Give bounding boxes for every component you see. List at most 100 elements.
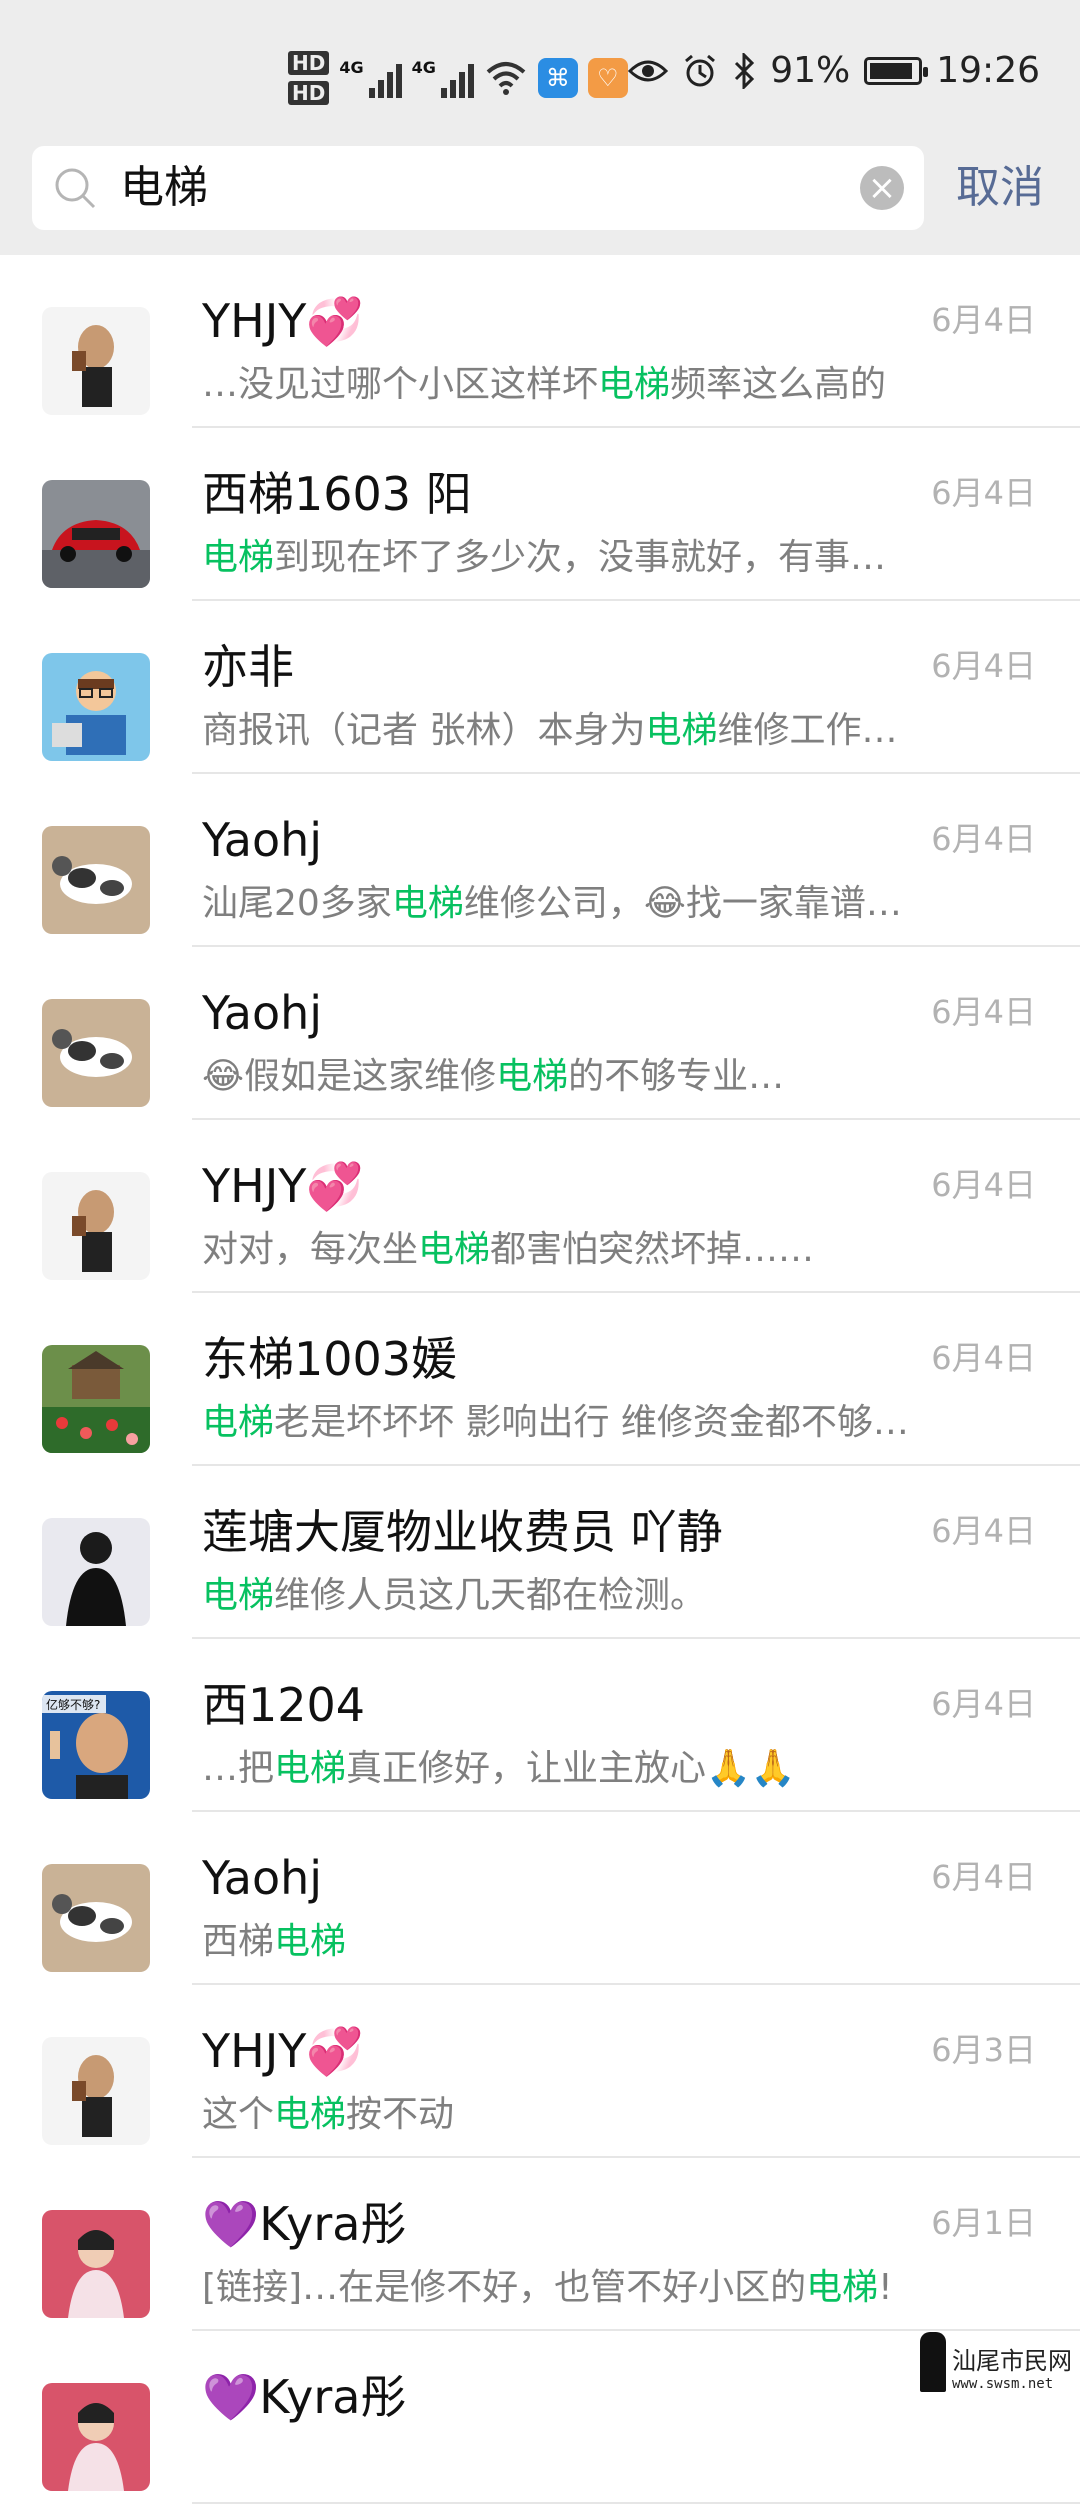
contact-name: YHJY💞	[202, 1156, 364, 1216]
status-bar: HD HD 4G 4G ⌘ ♡ 91% 19:26	[0, 0, 1080, 140]
snippet-text: …没见过哪个小区这样坏	[202, 364, 599, 405]
result-date: 6月4日	[931, 1166, 1036, 1204]
search-result-item[interactable]: 亦非 6月4日 商报讯（记者 张林）本身为电梯维修工作…	[0, 601, 1080, 774]
search-box[interactable]: 电梯 ×	[32, 146, 924, 230]
name-emoji: 💞	[306, 1159, 364, 1213]
keyword-highlight: 电梯	[274, 2094, 347, 2135]
search-result-item[interactable]: 亿够不够? 西1204 6月4日 …把电梯真正修好，让业主放心🙏🙏	[0, 1639, 1080, 1812]
search-result-item[interactable]: YHJY💞 6月4日 …没见过哪个小区这样坏电梯频率这么高的	[0, 255, 1080, 428]
name-text: Yaohj	[202, 813, 323, 867]
keyword-highlight: 电梯	[598, 364, 671, 405]
contact-name: 亦非	[202, 637, 294, 697]
name-text: 东梯1003媛	[202, 1332, 458, 1386]
avatar	[42, 2037, 150, 2145]
message-snippet: 😂假如是这家维修电梯的不够专业…	[202, 1051, 942, 1103]
signal-icon-1: 4G	[339, 58, 402, 98]
search-result-item[interactable]: 西梯1603 阳 6月4日 电梯到现在坏了多少次，没事就好，有事…	[0, 428, 1080, 601]
search-result-item[interactable]: YHJY💞 6月4日对对，每次坐电梯都害怕突然坏掉……	[0, 1120, 1080, 1293]
net1-label: 4G	[339, 58, 364, 77]
contact-name: 东梯1003媛	[202, 1329, 457, 1389]
avatar	[42, 999, 150, 1107]
search-result-item[interactable]: Yaohj 6月4日 😂假如是这家维修电梯的不够专业…	[0, 947, 1080, 1120]
health-app-icon: ♡	[587, 58, 628, 98]
snippet-text: 都害怕突然坏掉……	[490, 1229, 815, 1270]
contact-name: YHJY💞	[202, 291, 364, 351]
contact-name: 西梯1603 阳	[202, 464, 472, 524]
snippet-text: 汕尾20多家	[202, 883, 392, 924]
search-result-item[interactable]: 莲塘大厦物业收费员 吖静 6月4日 电梯维修人员这几天都在检测。	[0, 1466, 1080, 1639]
name-emoji: 💜	[202, 2370, 260, 2424]
alarm-icon	[685, 54, 716, 86]
name-text: 西1204	[202, 1678, 366, 1732]
watermark: 汕尾市民网 www.swsm.net	[920, 2332, 1072, 2392]
contact-name: Yaohj	[202, 983, 322, 1043]
result-date: 6月4日	[931, 993, 1036, 1031]
search-icon	[55, 168, 96, 209]
result-date: 6月4日	[931, 1858, 1036, 1896]
snippet-text: 维修人员这几天都在检测。	[274, 1575, 707, 1616]
search-result-item[interactable]: Yaohj 6月4日 汕尾20多家电梯维修公司，😂找一家靠谱…	[0, 774, 1080, 947]
keyword-highlight: 电梯	[274, 1921, 347, 1962]
clear-icon[interactable]: ×	[860, 166, 904, 210]
battery-percent: 91%	[770, 50, 851, 91]
snippet-text: …把	[202, 1748, 275, 1789]
hotspot-app-icon: ⌘	[537, 58, 578, 98]
snippet-text: 到现在坏了多少次，没事就好，有事…	[274, 537, 887, 578]
snippet-text: 😂假如是这家维修	[202, 1056, 497, 1097]
cancel-button[interactable]: 取消	[956, 160, 1044, 216]
keyword-highlight: 电梯	[645, 710, 718, 751]
snippet-text: 西梯	[202, 1921, 275, 1962]
message-snippet: 电梯维修人员这几天都在检测。	[202, 1570, 942, 1622]
search-result-item[interactable]: 💜Kyra彤 6月1日 [链接]…在是修不好，也管不好小区的电梯!	[0, 2158, 1080, 2331]
name-text: 亦非	[202, 640, 294, 694]
snippet-text: 这个	[202, 2094, 275, 2135]
status-right: 91% 19:26	[628, 50, 1040, 91]
name-text: Yaohj	[202, 986, 323, 1040]
result-date: 6月3日	[931, 2031, 1036, 2069]
snippet-text: 维修工作…	[717, 710, 898, 751]
name-emoji: 💜	[202, 2197, 260, 2251]
avatar	[42, 307, 150, 415]
avatar	[42, 826, 150, 934]
search-bar: 电梯 × 取消	[0, 140, 1080, 255]
watermark-url: www.swsm.net	[952, 2376, 1054, 2392]
result-date: 6月4日	[931, 1685, 1036, 1723]
message-snippet: …没见过哪个小区这样坏电梯频率这么高的	[202, 359, 942, 411]
message-snippet: 西梯电梯	[202, 1916, 942, 1968]
avatar	[42, 1345, 150, 1453]
search-input[interactable]: 电梯	[120, 160, 208, 216]
snippet-text: 真正修好，让业主放心🙏🙏	[346, 1748, 796, 1789]
result-date: 6月4日	[931, 1512, 1036, 1550]
hd-indicator: HD HD	[288, 51, 330, 105]
contact-name: Yaohj	[202, 1848, 322, 1908]
message-snippet: …把电梯真正修好，让业主放心🙏🙏	[202, 1743, 942, 1795]
search-result-item[interactable]: 💜Kyra彤	[0, 2331, 1080, 2504]
hd1-label: HD	[288, 51, 330, 75]
signal-icon-2: 4G	[412, 58, 474, 98]
status-left: HD HD 4G 4G ⌘ ♡	[288, 46, 628, 110]
statue-logo-icon	[920, 2332, 946, 2392]
contact-name: 西1204	[202, 1675, 365, 1735]
name-emoji: 💞	[306, 294, 364, 348]
name-text: Yaohj	[202, 1851, 323, 1905]
search-result-item[interactable]: 东梯1003媛 6月4日 电梯老是坏坏坏 影响出行 维修资金都不够…	[0, 1293, 1080, 1466]
keyword-highlight: 电梯	[418, 1229, 491, 1270]
svg-text:亿够不够?: 亿够不够?	[46, 1697, 100, 1712]
snippet-text: 按不动	[346, 2094, 455, 2135]
avatar	[42, 1864, 150, 1972]
keyword-highlight: 电梯	[202, 537, 275, 578]
name-text: YHJY	[202, 2024, 307, 2078]
net2-label: 4G	[411, 58, 436, 77]
avatar	[42, 2383, 150, 2491]
result-date: 6月1日	[931, 2204, 1036, 2242]
keyword-highlight: 电梯	[202, 1575, 275, 1616]
search-result-item[interactable]: Yaohj 6月4日西梯电梯	[0, 1812, 1080, 1985]
search-result-item[interactable]: YHJY💞 6月3日 这个电梯按不动	[0, 1985, 1080, 2158]
contact-name: Yaohj	[202, 810, 322, 870]
message-snippet: 对对，每次坐电梯都害怕突然坏掉……	[202, 1224, 942, 1276]
contact-name: 💜Kyra彤	[202, 2194, 406, 2254]
keyword-highlight: 电梯	[391, 883, 464, 924]
keyword-highlight: 电梯	[806, 2267, 879, 2308]
snippet-text: 商报讯（记者 张林）本身为	[202, 710, 646, 751]
wifi-icon	[486, 62, 526, 95]
